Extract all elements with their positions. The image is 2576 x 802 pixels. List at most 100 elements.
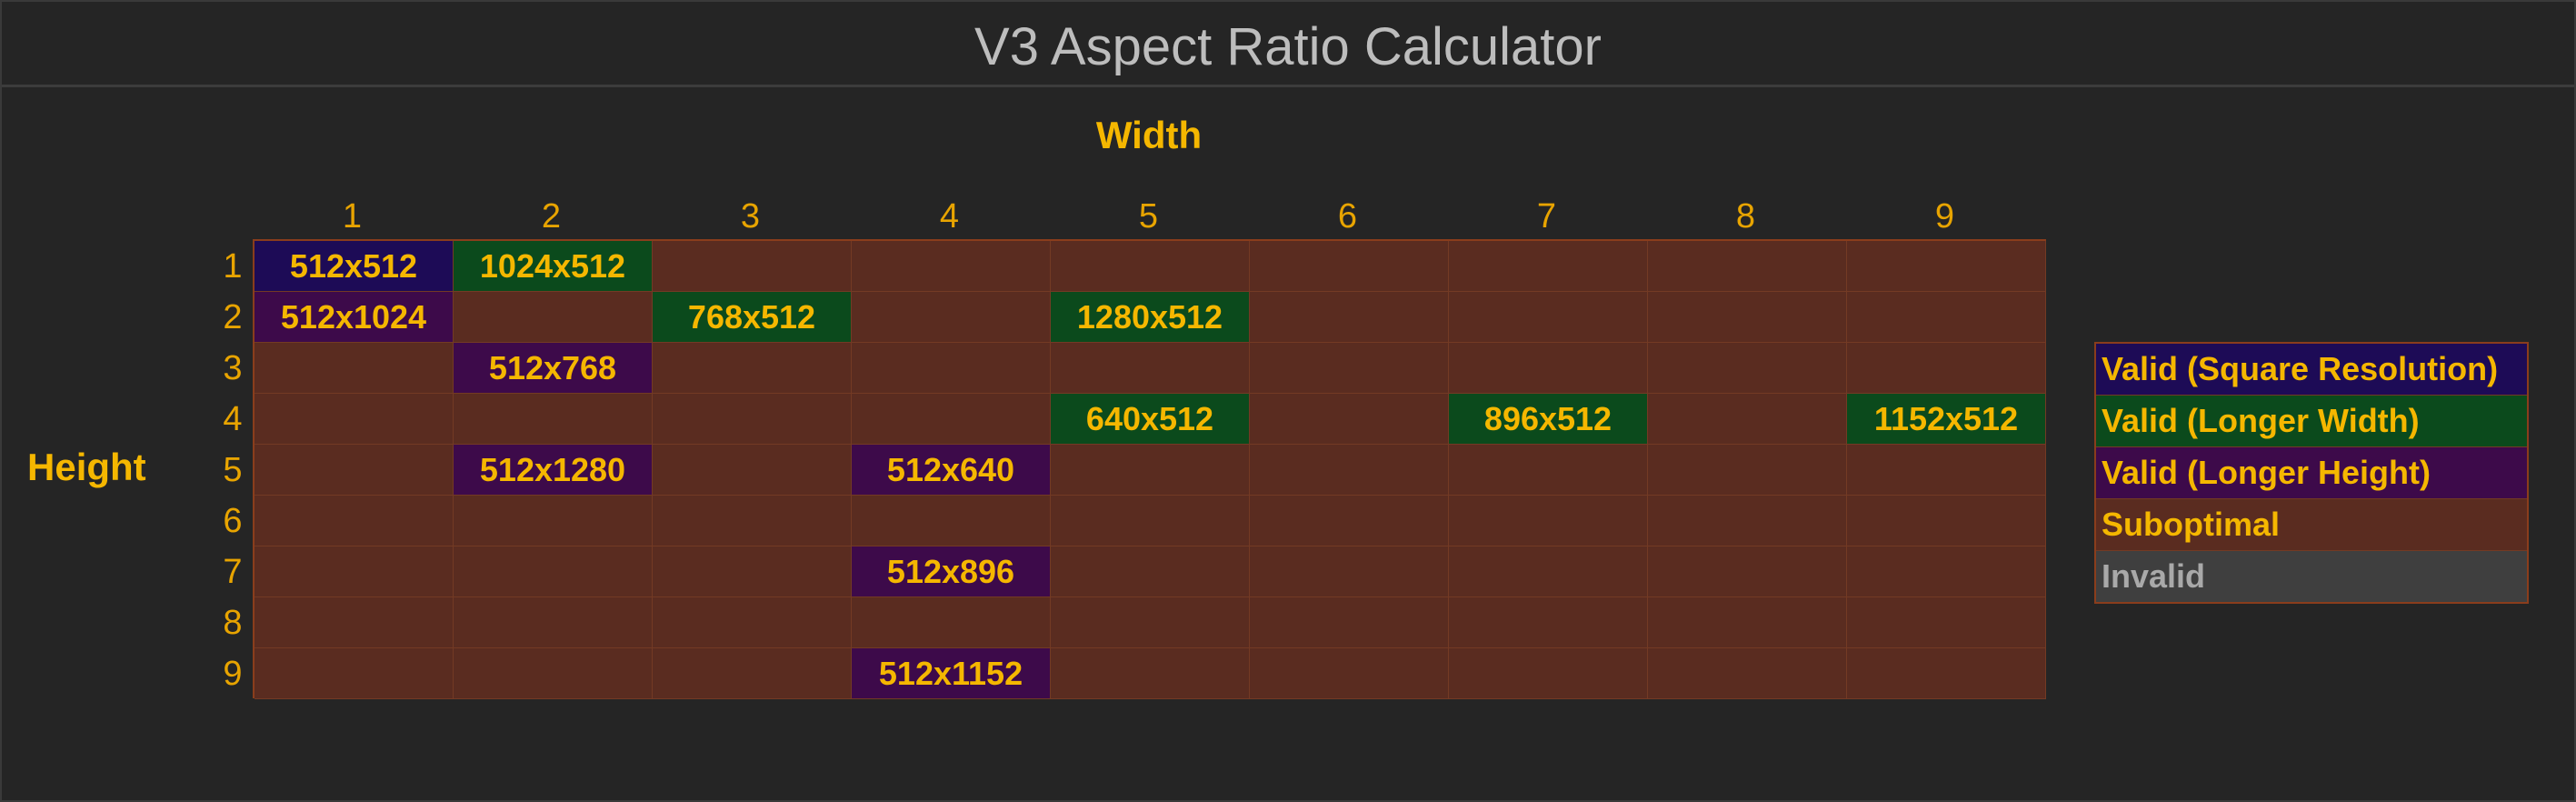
empty-cell[interactable] <box>1648 546 1847 597</box>
empty-cell[interactable] <box>454 597 653 648</box>
row-label-1: 1 <box>223 247 243 286</box>
empty-cell[interactable] <box>255 648 454 699</box>
empty-cell[interactable] <box>1648 597 1847 648</box>
resolution-cell[interactable]: 1024x512 <box>454 241 653 292</box>
legend-item-width: Valid (Longer Width) <box>2096 396 2527 447</box>
row-label-9: 9 <box>223 655 243 693</box>
empty-cell[interactable] <box>653 445 852 496</box>
empty-cell[interactable] <box>1449 241 1648 292</box>
row-label-6: 6 <box>223 502 243 540</box>
resolution-cell[interactable]: 512x1152 <box>852 648 1051 699</box>
empty-cell[interactable] <box>653 496 852 546</box>
empty-cell[interactable] <box>852 292 1051 343</box>
empty-cell[interactable] <box>1250 648 1449 699</box>
empty-cell[interactable] <box>454 292 653 343</box>
empty-cell[interactable] <box>653 648 852 699</box>
empty-cell[interactable] <box>852 597 1051 648</box>
empty-cell[interactable] <box>1250 546 1449 597</box>
row-label-5: 5 <box>223 451 243 489</box>
empty-cell[interactable] <box>1051 343 1250 394</box>
empty-cell[interactable] <box>653 394 852 445</box>
empty-cell[interactable] <box>1250 343 1449 394</box>
legend-item-square: Valid (Square Resolution) <box>2096 344 2527 396</box>
empty-cell[interactable] <box>1449 445 1648 496</box>
empty-cell[interactable] <box>1250 496 1449 546</box>
title-bar: V3 Aspect Ratio Calculator <box>2 2 2574 87</box>
empty-cell[interactable] <box>1449 496 1648 546</box>
row-label-8: 8 <box>223 604 243 642</box>
empty-cell[interactable] <box>1449 546 1648 597</box>
empty-cell[interactable] <box>1449 343 1648 394</box>
empty-cell[interactable] <box>1250 292 1449 343</box>
empty-cell[interactable] <box>653 546 852 597</box>
legend: Valid (Square Resolution) Valid (Longer W… <box>2094 342 2529 604</box>
empty-cell[interactable] <box>1648 496 1847 546</box>
empty-cell[interactable] <box>1847 343 2046 394</box>
empty-cell[interactable] <box>1051 445 1250 496</box>
resolution-cell[interactable]: 512x896 <box>852 546 1051 597</box>
column-label-2: 2 <box>541 197 562 236</box>
column-label-6: 6 <box>1337 197 1358 236</box>
column-label-8: 8 <box>1735 197 1756 236</box>
empty-cell[interactable] <box>454 496 653 546</box>
width-axis-title: Width <box>1095 114 1203 156</box>
empty-cell[interactable] <box>1250 241 1449 292</box>
empty-cell[interactable] <box>454 394 653 445</box>
empty-cell[interactable] <box>1847 496 2046 546</box>
empty-cell[interactable] <box>255 496 454 546</box>
empty-cell[interactable] <box>1847 241 2046 292</box>
column-label-1: 1 <box>342 197 363 236</box>
column-label-7: 7 <box>1536 197 1557 236</box>
empty-cell[interactable] <box>653 241 852 292</box>
empty-cell[interactable] <box>255 343 454 394</box>
ratio-grid: 512x512 1024x512 512x1024 768x512 1280x512 51… <box>253 239 2046 699</box>
column-label-3: 3 <box>740 197 761 236</box>
empty-cell[interactable] <box>1250 445 1449 496</box>
empty-cell[interactable] <box>1648 648 1847 699</box>
empty-cell[interactable] <box>1648 292 1847 343</box>
empty-cell[interactable] <box>1449 648 1648 699</box>
empty-cell[interactable] <box>1847 445 2046 496</box>
empty-cell[interactable] <box>1648 394 1847 445</box>
empty-cell[interactable] <box>1250 394 1449 445</box>
resolution-cell[interactable]: 1280x512 <box>1051 292 1250 343</box>
empty-cell[interactable] <box>454 648 653 699</box>
empty-cell[interactable] <box>1449 292 1648 343</box>
empty-cell[interactable] <box>255 597 454 648</box>
resolution-cell[interactable]: 640x512 <box>1051 394 1250 445</box>
empty-cell[interactable] <box>1847 597 2046 648</box>
empty-cell[interactable] <box>1051 648 1250 699</box>
resolution-cell[interactable]: 1152x512 <box>1847 394 2046 445</box>
resolution-cell[interactable]: 512x1280 <box>454 445 653 496</box>
empty-cell[interactable] <box>1250 597 1449 648</box>
empty-cell[interactable] <box>852 343 1051 394</box>
legend-item-invalid: Invalid <box>2096 551 2527 602</box>
empty-cell[interactable] <box>852 496 1051 546</box>
empty-cell[interactable] <box>852 241 1051 292</box>
empty-cell[interactable] <box>653 597 852 648</box>
empty-cell[interactable] <box>1648 241 1847 292</box>
resolution-cell[interactable]: 896x512 <box>1449 394 1648 445</box>
empty-cell[interactable] <box>255 445 454 496</box>
row-label-2: 2 <box>223 298 243 336</box>
empty-cell[interactable] <box>454 546 653 597</box>
empty-cell[interactable] <box>653 343 852 394</box>
empty-cell[interactable] <box>1847 648 2046 699</box>
empty-cell[interactable] <box>1847 546 2046 597</box>
resolution-cell[interactable]: 512x768 <box>454 343 653 394</box>
empty-cell[interactable] <box>1847 292 2046 343</box>
empty-cell[interactable] <box>852 394 1051 445</box>
empty-cell[interactable] <box>1051 241 1250 292</box>
empty-cell[interactable] <box>1449 597 1648 648</box>
empty-cell[interactable] <box>1051 597 1250 648</box>
empty-cell[interactable] <box>1648 343 1847 394</box>
resolution-cell[interactable]: 512x1024 <box>255 292 454 343</box>
resolution-cell[interactable]: 768x512 <box>653 292 852 343</box>
empty-cell[interactable] <box>1051 496 1250 546</box>
empty-cell[interactable] <box>1051 546 1250 597</box>
empty-cell[interactable] <box>255 546 454 597</box>
empty-cell[interactable] <box>1648 445 1847 496</box>
empty-cell[interactable] <box>255 394 454 445</box>
resolution-cell[interactable]: 512x512 <box>255 241 454 292</box>
resolution-cell[interactable]: 512x640 <box>852 445 1051 496</box>
